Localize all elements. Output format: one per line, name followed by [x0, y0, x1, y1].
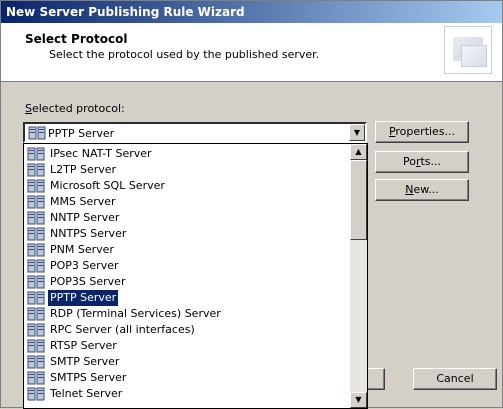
list-item[interactable]: RTSP Server: [25, 338, 348, 354]
list-item-label: Microsoft SQL Server: [50, 179, 165, 192]
server-protocol-icon: [27, 162, 45, 178]
list-item-label: MMS Server: [50, 195, 116, 208]
list-item[interactable]: SMTPS Server: [25, 370, 348, 386]
properties-button[interactable]: Properties...: [375, 121, 469, 143]
scroll-thumb[interactable]: [350, 160, 367, 240]
cancel-button[interactable]: Cancel: [413, 368, 497, 390]
server-protocol-icon: [27, 194, 45, 210]
server-protocol-icon: [27, 274, 45, 290]
server-protocol-icon: [27, 146, 45, 162]
protocol-combobox-value: PPTP Server: [48, 127, 115, 140]
server-protocol-icon: [27, 226, 45, 242]
server-protocol-icon: [27, 306, 45, 322]
list-item[interactable]: RDP (Terminal Services) Server: [25, 306, 348, 322]
list-item-label: SMTP Server: [50, 355, 120, 368]
scroll-up-icon[interactable]: ▲: [350, 144, 367, 160]
wizard-graphic-icon: [444, 26, 492, 74]
list-item[interactable]: POP3S Server: [25, 274, 348, 290]
server-protocol-icon: [27, 322, 45, 338]
server-protocol-icon: [27, 210, 45, 226]
server-protocol-icon: [27, 338, 45, 354]
list-item-label: RTSP Server: [50, 339, 117, 352]
list-item-label: PPTP Server: [46, 289, 120, 307]
list-item[interactable]: MMS Server: [25, 194, 348, 210]
server-protocol-icon: [28, 125, 46, 141]
list-item-label: RPC Server (all interfaces): [50, 323, 195, 336]
list-item[interactable]: RPC Server (all interfaces): [25, 322, 348, 338]
selected-protocol-label: Selected protocol:: [25, 102, 125, 115]
list-item-label: NNTPS Server: [50, 227, 127, 240]
server-protocol-icon: [27, 258, 45, 274]
wizard-header: Select Protocol Select the protocol used…: [1, 23, 502, 82]
list-item[interactable]: Telnet Server: [25, 386, 348, 402]
list-item-label: IPsec NAT-T Server: [50, 147, 152, 160]
ports-button[interactable]: Ports...: [375, 151, 469, 173]
list-item[interactable]: NNTP Server: [25, 210, 348, 226]
list-item[interactable]: NNTPS Server: [25, 226, 348, 242]
server-protocol-icon: [27, 178, 45, 194]
protocol-dropdown-list[interactable]: IPsec NAT-T Server L2TP Server Microsoft S…: [23, 143, 368, 409]
server-protocol-icon: [27, 386, 45, 402]
window-title-bar: New Server Publishing Rule Wizard: [1, 1, 502, 23]
list-item-label: PNM Server: [50, 243, 114, 256]
list-item-label: Telnet Server: [50, 387, 123, 400]
list-item-label: RDP (Terminal Services) Server: [50, 307, 221, 320]
dropdown-scrollbar[interactable]: ▲ ▼: [350, 144, 367, 408]
list-item-label: L2TP Server: [50, 163, 117, 176]
list-item-label: POP3 Server: [50, 259, 119, 272]
list-item[interactable]: SMTP Server: [25, 354, 348, 370]
chevron-down-icon[interactable]: ▼: [349, 124, 365, 141]
wizard-window: New Server Publishing Rule Wizard Select…: [0, 0, 503, 409]
list-item-label: SMTPS Server: [50, 371, 127, 384]
new-button[interactable]: New...: [375, 179, 469, 201]
scroll-down-icon[interactable]: ▼: [350, 392, 367, 408]
list-item[interactable]: PPTP Server: [25, 289, 348, 307]
list-item[interactable]: PNM Server: [25, 242, 348, 258]
list-item-label: POP3S Server: [50, 275, 126, 288]
server-protocol-icon: [27, 242, 45, 258]
page-subtitle: Select the protocol used by the publishe…: [49, 48, 320, 61]
server-protocol-icon: [27, 354, 45, 370]
page-title: Select Protocol: [25, 32, 128, 46]
list-item[interactable]: Microsoft SQL Server: [25, 178, 348, 194]
list-item[interactable]: POP3 Server: [25, 258, 348, 274]
server-protocol-icon: [27, 290, 45, 306]
protocol-combobox[interactable]: PPTP Server ▼: [23, 122, 367, 143]
list-item[interactable]: IPsec NAT-T Server: [25, 146, 348, 162]
list-item[interactable]: L2TP Server: [25, 162, 348, 178]
server-protocol-icon: [27, 370, 45, 386]
list-item-label: NNTP Server: [50, 211, 120, 224]
